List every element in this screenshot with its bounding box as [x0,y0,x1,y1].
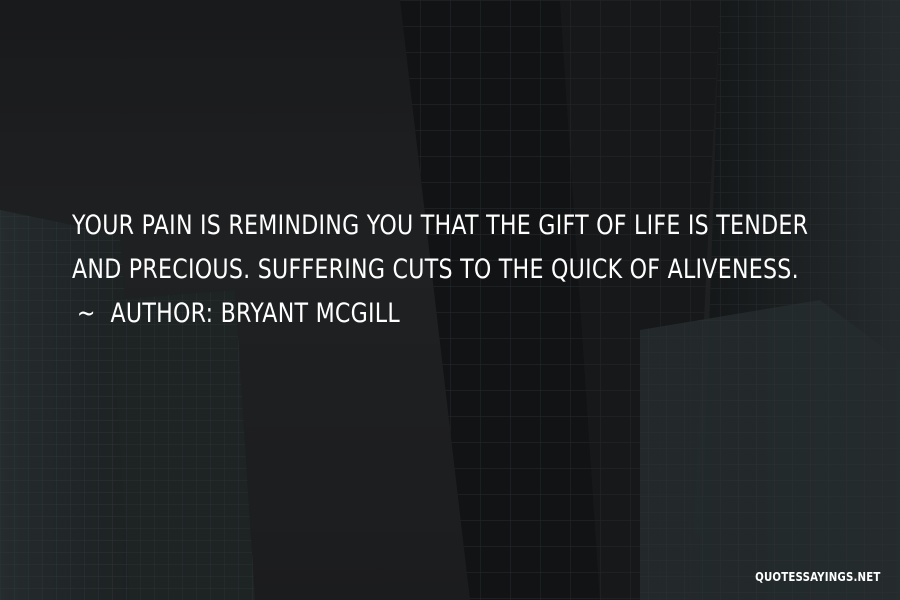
author-name: Bryant McGill [220,298,400,329]
quote-line-2: and precious. Suffering cuts to the quic… [72,254,799,285]
author-line: ~ Author: Bryant McGill [72,292,728,336]
quote-line-1: Your pain is reminding you that the gift… [72,210,809,241]
tilde-mark: ~ [76,298,96,329]
author-prefix: Author: [110,298,214,329]
quote-text: Your pain is reminding you that the gift… [72,204,809,336]
watermark: QUOTESSAYINGS.NET [754,570,880,584]
quote-image: Your pain is reminding you that the gift… [0,0,900,600]
